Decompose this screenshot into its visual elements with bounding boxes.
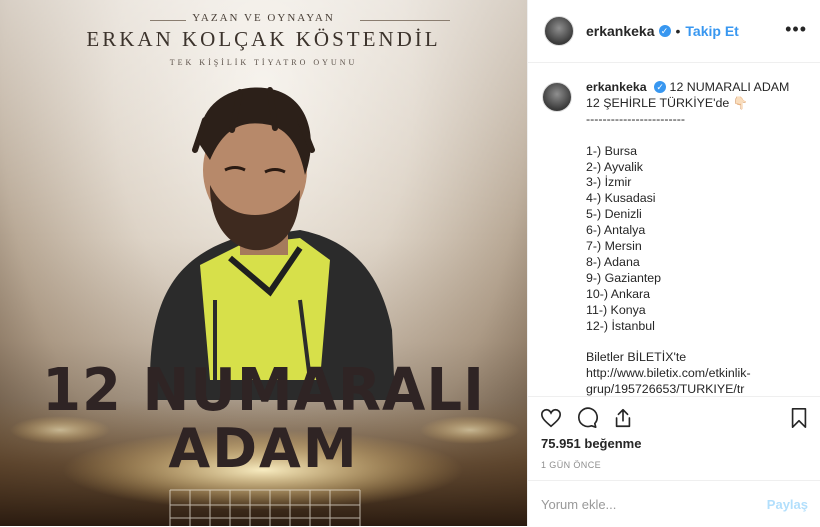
caption-line: 4-) Kusadasi <box>586 191 656 206</box>
caption-line: 12 ŞEHİRLE TÜRKİYE'de 👇🏻 <box>586 95 749 110</box>
author-username[interactable]: erkankeka <box>586 23 655 39</box>
post-comment-button[interactable]: Paylaş <box>767 497 808 512</box>
poster-title-line1: 12 NUMARALI <box>42 356 485 425</box>
post-sidebar: erkankeka ✓ • Takip Et ••• erkankeka ✓ 1… <box>527 0 820 526</box>
caption-line: 8-) Adana <box>586 254 640 269</box>
caption-line <box>586 128 789 144</box>
header-separator: • <box>675 23 681 39</box>
follow-button[interactable]: Takip Et <box>685 23 738 39</box>
caption-line: 9-) Gaziantep <box>586 270 662 285</box>
author-avatar[interactable] <box>544 16 574 46</box>
share-icon[interactable] <box>612 407 634 429</box>
caption-line <box>586 335 789 351</box>
caption-line: 1-) Bursa <box>586 143 637 158</box>
caption-line: 3-) İzmir <box>586 175 632 190</box>
poster-subtitle: TEK KİŞİLİK TİYATRO OYUNU <box>169 58 358 67</box>
caption-line: 7-) Mersin <box>586 239 642 254</box>
poster-author-name: ERKAN KOLÇAK KÖSTENDİL <box>86 27 441 51</box>
caption-text: erkankeka ✓ 12 NUMARALI ADAM 12 ŞEHİRLE … <box>586 80 789 398</box>
caption-username[interactable]: erkankeka <box>586 80 647 94</box>
verified-badge-icon: ✓ <box>654 81 667 93</box>
caption-line: 12 NUMARALI ADAM <box>669 80 790 94</box>
poster-title-line2: ADAM <box>168 417 359 480</box>
caption-line: 12-) İstanbul <box>586 318 655 333</box>
caption-avatar[interactable] <box>542 82 572 112</box>
heart-icon[interactable] <box>540 407 562 429</box>
more-options-icon[interactable]: ••• <box>785 20 807 38</box>
caption-line: ------------------------ <box>586 111 686 126</box>
post-header: erkankeka ✓ • Takip Et ••• <box>528 0 820 63</box>
caption-line: Biletler BİLETİX'te <box>586 350 687 365</box>
comment-input[interactable]: Yorum ekle... <box>541 497 616 512</box>
caption-link[interactable]: http://www.biletix.com/etkinlik- <box>586 366 789 382</box>
comment-icon[interactable] <box>576 407 598 429</box>
post-image[interactable]: YAZAN VE OYNAYAN ERKAN KOLÇAK KÖSTENDİL … <box>0 0 527 526</box>
bookmark-icon[interactable] <box>788 407 810 429</box>
caption-line: 5-) Denizli <box>586 207 642 222</box>
caption-line: 6-) Antalya <box>586 223 646 238</box>
comment-box[interactable]: Yorum ekle... Paylaş <box>528 480 820 527</box>
action-bar <box>528 396 820 437</box>
poster-credit-line: YAZAN VE OYNAYAN <box>192 12 335 24</box>
post-caption: erkankeka ✓ 12 NUMARALI ADAM 12 ŞEHİRLE … <box>542 80 812 398</box>
caption-line: 10-) Ankara <box>586 286 651 301</box>
like-count[interactable]: 75.951 beğenme <box>541 436 641 451</box>
caption-line: 2-) Ayvalik <box>586 159 643 174</box>
caption-line: 11-) Konya <box>586 302 646 317</box>
verified-badge-icon: ✓ <box>658 25 671 37</box>
post-timestamp[interactable]: 1 GÜN ÖNCE <box>541 460 601 470</box>
instagram-post: YAZAN VE OYNAYAN ERKAN KOLÇAK KÖSTENDİL … <box>0 0 820 526</box>
